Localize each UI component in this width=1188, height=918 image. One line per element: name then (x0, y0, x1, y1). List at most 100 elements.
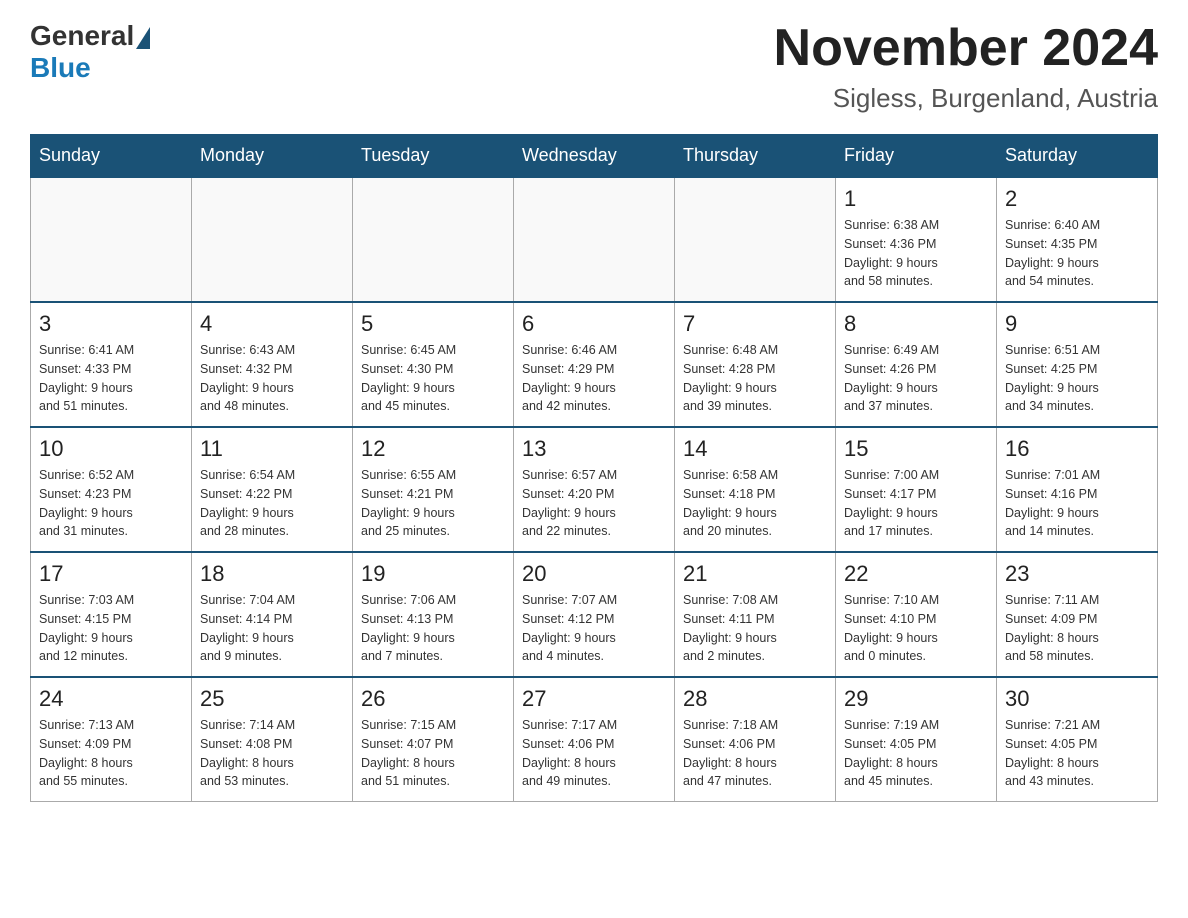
weekday-header-wednesday: Wednesday (514, 135, 675, 178)
calendar-cell: 10 Sunrise: 6:52 AM Sunset: 4:23 PM Dayli… (31, 427, 192, 552)
day-number: 28 (683, 686, 827, 712)
day-number: 13 (522, 436, 666, 462)
calendar-cell: 20Sunrise: 7:07 AM Sunset: 4:12 PM Dayli… (514, 552, 675, 677)
day-number: 24 (39, 686, 183, 712)
day-info: Sunrise: 6:55 AM Sunset: 4:21 PM Dayligh… (361, 466, 505, 541)
calendar-cell: 12Sunrise: 6:55 AM Sunset: 4:21 PM Dayli… (353, 427, 514, 552)
logo-triangle-icon (136, 27, 150, 49)
day-number: 19 (361, 561, 505, 587)
day-info: Sunrise: 7:01 AM Sunset: 4:16 PM Dayligh… (1005, 466, 1149, 541)
day-info: Sunrise: 6:51 AM Sunset: 4:25 PM Dayligh… (1005, 341, 1149, 416)
weekday-header-monday: Monday (192, 135, 353, 178)
logo-blue-text: Blue (30, 52, 150, 84)
calendar-cell: 28 Sunrise: 7:18 AM Sunset: 4:06 PM Dayli… (675, 677, 836, 802)
calendar-cell: 25 Sunrise: 7:14 AM Sunset: 4:08 PM Dayli… (192, 677, 353, 802)
month-year-title: November 2024 (774, 20, 1158, 77)
calendar-cell: 18 Sunrise: 7:04 AM Sunset: 4:14 PM Dayli… (192, 552, 353, 677)
calendar-cell: 22 Sunrise: 7:10 AM Sunset: 4:10 PM Dayli… (836, 552, 997, 677)
day-number: 23 (1005, 561, 1149, 587)
calendar-cell: 23 Sunrise: 7:11 AM Sunset: 4:09 PM Dayli… (997, 552, 1158, 677)
calendar-cell: 5 Sunrise: 6:45 AM Sunset: 4:30 PM Daylig… (353, 302, 514, 427)
day-number: 15 (844, 436, 988, 462)
calendar-cell: 19 Sunrise: 7:06 AM Sunset: 4:13 PM Dayli… (353, 552, 514, 677)
calendar-table: SundayMondayTuesdayWednesdayThursdayFrid… (30, 134, 1158, 802)
calendar-cell: 27Sunrise: 7:17 AM Sunset: 4:06 PM Dayli… (514, 677, 675, 802)
calendar-week-row: 17Sunrise: 7:03 AM Sunset: 4:15 PM Dayli… (31, 552, 1158, 677)
day-info: Sunrise: 6:45 AM Sunset: 4:30 PM Dayligh… (361, 341, 505, 416)
calendar-cell: 14Sunrise: 6:58 AM Sunset: 4:18 PM Dayli… (675, 427, 836, 552)
day-info: Sunrise: 7:03 AM Sunset: 4:15 PM Dayligh… (39, 591, 183, 666)
day-number: 3 (39, 311, 183, 337)
calendar-cell: 7Sunrise: 6:48 AM Sunset: 4:28 PM Daylig… (675, 302, 836, 427)
calendar-cell: 24 Sunrise: 7:13 AM Sunset: 4:09 PM Dayli… (31, 677, 192, 802)
weekday-header-thursday: Thursday (675, 135, 836, 178)
day-info: Sunrise: 6:43 AM Sunset: 4:32 PM Dayligh… (200, 341, 344, 416)
day-number: 11 (200, 436, 344, 462)
day-info: Sunrise: 7:19 AM Sunset: 4:05 PM Dayligh… (844, 716, 988, 791)
day-number: 26 (361, 686, 505, 712)
calendar-week-row: 10 Sunrise: 6:52 AM Sunset: 4:23 PM Dayli… (31, 427, 1158, 552)
day-number: 10 (39, 436, 183, 462)
logo: General Blue (30, 20, 150, 84)
day-info: Sunrise: 6:54 AM Sunset: 4:22 PM Dayligh… (200, 466, 344, 541)
day-info: Sunrise: 6:52 AM Sunset: 4:23 PM Dayligh… (39, 466, 183, 541)
calendar-cell: 4Sunrise: 6:43 AM Sunset: 4:32 PM Daylig… (192, 302, 353, 427)
day-number: 1 (844, 186, 988, 212)
day-info: Sunrise: 7:06 AM Sunset: 4:13 PM Dayligh… (361, 591, 505, 666)
day-number: 27 (522, 686, 666, 712)
day-number: 6 (522, 311, 666, 337)
day-info: Sunrise: 7:04 AM Sunset: 4:14 PM Dayligh… (200, 591, 344, 666)
calendar-week-row: 3 Sunrise: 6:41 AM Sunset: 4:33 PM Daylig… (31, 302, 1158, 427)
calendar-cell (514, 177, 675, 302)
weekday-header-sunday: Sunday (31, 135, 192, 178)
calendar-cell: 16Sunrise: 7:01 AM Sunset: 4:16 PM Dayli… (997, 427, 1158, 552)
calendar-cell: 13 Sunrise: 6:57 AM Sunset: 4:20 PM Dayli… (514, 427, 675, 552)
day-info: Sunrise: 7:13 AM Sunset: 4:09 PM Dayligh… (39, 716, 183, 791)
day-number: 29 (844, 686, 988, 712)
weekday-header-friday: Friday (836, 135, 997, 178)
day-info: Sunrise: 7:15 AM Sunset: 4:07 PM Dayligh… (361, 716, 505, 791)
day-info: Sunrise: 6:57 AM Sunset: 4:20 PM Dayligh… (522, 466, 666, 541)
day-info: Sunrise: 6:41 AM Sunset: 4:33 PM Dayligh… (39, 341, 183, 416)
day-info: Sunrise: 7:10 AM Sunset: 4:10 PM Dayligh… (844, 591, 988, 666)
day-number: 5 (361, 311, 505, 337)
day-number: 8 (844, 311, 988, 337)
day-number: 25 (200, 686, 344, 712)
day-number: 30 (1005, 686, 1149, 712)
day-number: 9 (1005, 311, 1149, 337)
calendar-cell: 1 Sunrise: 6:38 AM Sunset: 4:36 PM Daylig… (836, 177, 997, 302)
calendar-week-row: 24 Sunrise: 7:13 AM Sunset: 4:09 PM Dayli… (31, 677, 1158, 802)
day-number: 20 (522, 561, 666, 587)
logo-text-block: General Blue (30, 20, 150, 84)
calendar-week-row: 1 Sunrise: 6:38 AM Sunset: 4:36 PM Daylig… (31, 177, 1158, 302)
day-number: 14 (683, 436, 827, 462)
calendar-cell: 17Sunrise: 7:03 AM Sunset: 4:15 PM Dayli… (31, 552, 192, 677)
day-info: Sunrise: 7:18 AM Sunset: 4:06 PM Dayligh… (683, 716, 827, 791)
calendar-cell: 9 Sunrise: 6:51 AM Sunset: 4:25 PM Daylig… (997, 302, 1158, 427)
day-number: 21 (683, 561, 827, 587)
calendar-cell: 15 Sunrise: 7:00 AM Sunset: 4:17 PM Dayli… (836, 427, 997, 552)
weekday-header-saturday: Saturday (997, 135, 1158, 178)
day-info: Sunrise: 7:14 AM Sunset: 4:08 PM Dayligh… (200, 716, 344, 791)
calendar-cell: 26 Sunrise: 7:15 AM Sunset: 4:07 PM Dayli… (353, 677, 514, 802)
day-number: 18 (200, 561, 344, 587)
day-info: Sunrise: 7:21 AM Sunset: 4:05 PM Dayligh… (1005, 716, 1149, 791)
calendar-cell: 6Sunrise: 6:46 AM Sunset: 4:29 PM Daylig… (514, 302, 675, 427)
calendar-cell (675, 177, 836, 302)
location-subtitle: Sigless, Burgenland, Austria (774, 83, 1158, 114)
day-info: Sunrise: 7:08 AM Sunset: 4:11 PM Dayligh… (683, 591, 827, 666)
calendar-cell (353, 177, 514, 302)
day-info: Sunrise: 6:40 AM Sunset: 4:35 PM Dayligh… (1005, 216, 1149, 291)
day-info: Sunrise: 7:11 AM Sunset: 4:09 PM Dayligh… (1005, 591, 1149, 666)
day-number: 22 (844, 561, 988, 587)
day-info: Sunrise: 6:38 AM Sunset: 4:36 PM Dayligh… (844, 216, 988, 291)
calendar-cell: 11 Sunrise: 6:54 AM Sunset: 4:22 PM Dayli… (192, 427, 353, 552)
weekday-header-row: SundayMondayTuesdayWednesdayThursdayFrid… (31, 135, 1158, 178)
day-number: 7 (683, 311, 827, 337)
logo-general-text: General (30, 20, 134, 52)
page-header: General Blue November 2024 Sigless, Burg… (30, 20, 1158, 114)
calendar-cell (192, 177, 353, 302)
day-number: 2 (1005, 186, 1149, 212)
day-info: Sunrise: 7:00 AM Sunset: 4:17 PM Dayligh… (844, 466, 988, 541)
calendar-cell: 2 Sunrise: 6:40 AM Sunset: 4:35 PM Daylig… (997, 177, 1158, 302)
